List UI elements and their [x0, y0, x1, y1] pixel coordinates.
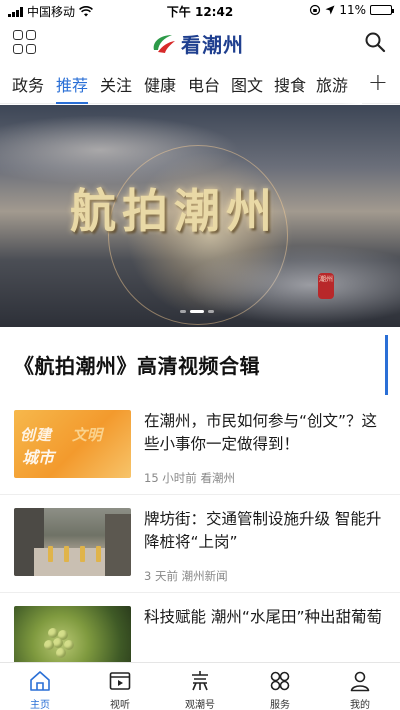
news-item[interactable]: 科技赋能 潮州“水尾田”种出甜葡萄 — [14, 606, 386, 662]
thumb-text: 文明 — [72, 426, 103, 444]
battery-icon — [370, 5, 394, 15]
news-thumbnail — [14, 606, 131, 662]
battery-percent: 11% — [339, 3, 366, 17]
news-item[interactable]: 牌坊街：交通管制设施升级 智能升降桩将“上岗” 3 天前 潮州新闻 — [14, 508, 386, 600]
nav-observe[interactable]: 观潮号 — [170, 669, 230, 710]
section-title[interactable]: 《航拍潮州》高清视频合辑 — [14, 350, 260, 379]
location-icon — [325, 5, 335, 15]
grid-apps-icon[interactable] — [13, 30, 37, 54]
nav-home[interactable]: 主页 — [10, 669, 70, 710]
logo-text: 看潮州 — [181, 32, 244, 57]
channel-tabs: 政务 推荐 关注 健康 电台 图文 搜食 旅游 + — [0, 64, 400, 104]
carousel-dots — [180, 310, 214, 313]
news-thumbnail: 创建 文明 城市 — [14, 410, 131, 478]
status-bar: 中国移动 下午 12:42 11% — [0, 0, 400, 22]
home-icon — [30, 671, 50, 691]
tab-guanzhu[interactable]: 关注 — [100, 72, 132, 96]
scroll-indicator — [385, 335, 388, 395]
app-logo: 看潮州 — [150, 29, 244, 57]
news-headline: 科技赋能 潮州“水尾田”种出甜葡萄 — [144, 608, 382, 626]
carousel-dot-active — [190, 310, 204, 313]
carousel-dot — [208, 310, 214, 313]
hero-banner[interactable]: 航拍潮州 潮州 — [0, 105, 400, 327]
app-header: 看潮州 — [0, 22, 400, 62]
logo-mark-icon — [153, 35, 175, 53]
observe-icon — [192, 671, 208, 691]
divider — [0, 494, 400, 495]
search-icon[interactable] — [364, 31, 386, 53]
status-right: 11% — [309, 3, 394, 17]
news-meta: 15 小时前 看潮州 — [144, 471, 235, 485]
tab-jiankang[interactable]: 健康 — [144, 72, 176, 96]
news-item[interactable]: 创建 文明 城市 在潮州，市民如何参与“创文”？这些小事你一定做得到！ 15 小… — [14, 410, 386, 502]
news-thumbnail — [14, 508, 131, 576]
services-icon — [270, 671, 290, 691]
tab-soushi[interactable]: 搜食 — [274, 72, 306, 96]
news-meta: 3 天前 潮州新闻 — [144, 569, 228, 583]
news-headline: 牌坊街：交通管制设施升级 智能升降桩将“上岗” — [144, 510, 382, 551]
nav-video[interactable]: 视听 — [90, 669, 150, 710]
active-tab-indicator — [56, 102, 88, 104]
tab-tuijian[interactable]: 推荐 — [56, 72, 88, 96]
profile-icon — [350, 671, 370, 692]
bottom-navigation: 主页 视听 观潮号 服务 我的 — [0, 662, 400, 710]
tab-diantai[interactable]: 电台 — [188, 72, 220, 96]
nav-label: 我的 — [350, 700, 370, 710]
add-channel-button[interactable]: + — [368, 68, 388, 96]
nav-label: 主页 — [30, 700, 50, 710]
divider — [0, 592, 400, 593]
tab-zhengwu[interactable]: 政务 — [12, 72, 44, 96]
nav-label: 观潮号 — [185, 700, 215, 710]
banner-title-art: 航拍潮州 — [70, 184, 278, 238]
thumb-text: 城市 — [22, 448, 55, 467]
nav-label: 视听 — [110, 700, 130, 710]
nav-profile[interactable]: 我的 — [330, 669, 390, 710]
orientation-lock-icon — [310, 4, 321, 16]
nav-services[interactable]: 服务 — [250, 669, 310, 710]
tab-tuwen[interactable]: 图文 — [231, 72, 263, 96]
tab-fade — [342, 64, 362, 104]
video-icon — [109, 672, 131, 690]
banner-seal: 潮州 — [318, 273, 334, 299]
carousel-dot — [180, 310, 186, 313]
nav-label: 服务 — [270, 700, 290, 710]
news-headline: 在潮州，市民如何参与“创文”？这些小事你一定做得到！ — [144, 412, 378, 453]
thumb-text: 创建 — [20, 426, 53, 444]
